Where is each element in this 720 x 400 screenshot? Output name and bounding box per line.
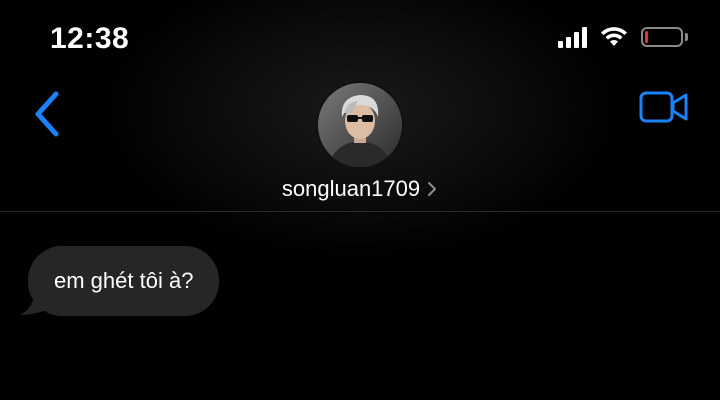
contact-name: songluan1709 <box>281 176 421 201</box>
incoming-message-bubble[interactable]: em ghét tôi à? <box>28 246 220 316</box>
contact-avatar[interactable] <box>318 83 402 167</box>
battery-level <box>645 31 648 43</box>
battery-icon <box>641 27 688 47</box>
status-time: 12:38 <box>50 22 130 55</box>
video-call-button[interactable] <box>638 88 690 126</box>
avatar-photo <box>318 83 402 167</box>
back-button[interactable] <box>30 90 64 138</box>
wifi-icon <box>601 27 627 46</box>
chevron-right-icon <box>428 182 437 196</box>
message-text: em ghét tôi à? <box>54 268 194 293</box>
status-icons <box>558 26 688 48</box>
header-divider <box>0 211 720 212</box>
cellular-signal-icon <box>558 26 587 48</box>
message-row: em ghét tôi à? <box>20 246 220 316</box>
video-call-icon <box>639 91 688 123</box>
back-chevron-icon <box>35 91 59 137</box>
chat-screen: 12:38 songluan1709 em ghét tôi à? <box>0 0 720 400</box>
contact-name-link[interactable]: songluan1709 <box>0 176 720 202</box>
